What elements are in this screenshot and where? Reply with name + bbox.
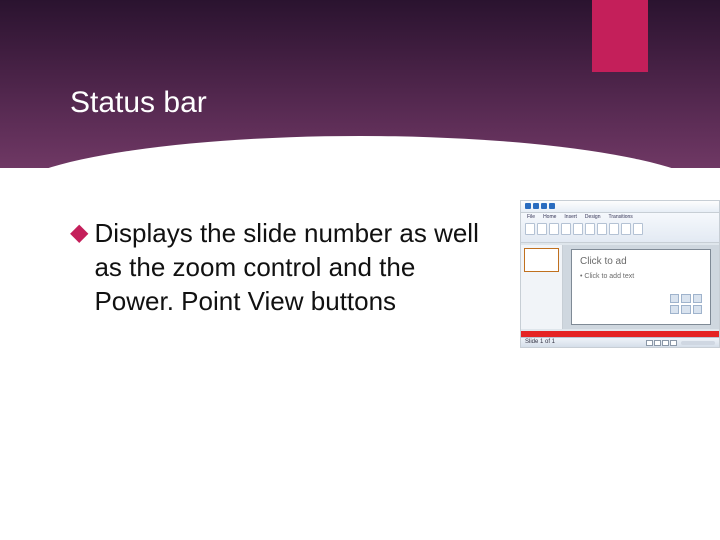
ppt-slide-body-placeholder: • Click to add text: [580, 273, 702, 280]
ppt-status-area: Slide 1 of 1: [521, 331, 719, 347]
ppt-ribbon-tabs: File Home Insert Design Transitions: [521, 213, 719, 221]
ppt-slide-thumbnail: [524, 248, 559, 272]
ribbon-tab: Design: [583, 214, 603, 220]
bullet-icon: ◆: [70, 216, 88, 318]
view-buttons: [646, 340, 677, 346]
bullet-text: Displays the slide number as well as the…: [94, 216, 500, 318]
slide-title: Status bar: [70, 86, 207, 120]
bullet-item: ◆ Displays the slide number as well as t…: [70, 216, 500, 318]
ppt-titlebar: [521, 201, 719, 213]
ribbon-tab: Insert: [562, 214, 579, 220]
ribbon-tab: File: [525, 214, 537, 220]
ppt-workarea: Click to ad • Click to add text: [521, 245, 719, 329]
ribbon-tab: Transitions: [607, 214, 635, 220]
slide-header: Status bar: [0, 0, 720, 168]
powerpoint-screenshot: File Home Insert Design Transitions Clic…: [520, 200, 720, 348]
quick-access-toolbar: [525, 203, 555, 209]
ppt-ribbon: File Home Insert Design Transitions: [521, 213, 719, 243]
slide-body: ◆ Displays the slide number as well as t…: [70, 216, 500, 318]
ppt-content-icons: [670, 294, 702, 314]
ppt-ribbon-tools: [521, 221, 719, 237]
ppt-thumbnail-pane: [521, 245, 563, 329]
accent-tab: [592, 0, 648, 72]
ribbon-tab: Home: [541, 214, 558, 220]
ppt-slide: Click to ad • Click to add text: [571, 249, 711, 325]
slide-number-indicator: Slide 1 of 1: [525, 339, 555, 345]
ppt-canvas: Click to ad • Click to add text: [563, 245, 719, 329]
ppt-slide-title-placeholder: Click to ad: [580, 256, 702, 267]
zoom-slider: [681, 341, 715, 345]
ppt-status-bar: Slide 1 of 1: [521, 337, 719, 347]
